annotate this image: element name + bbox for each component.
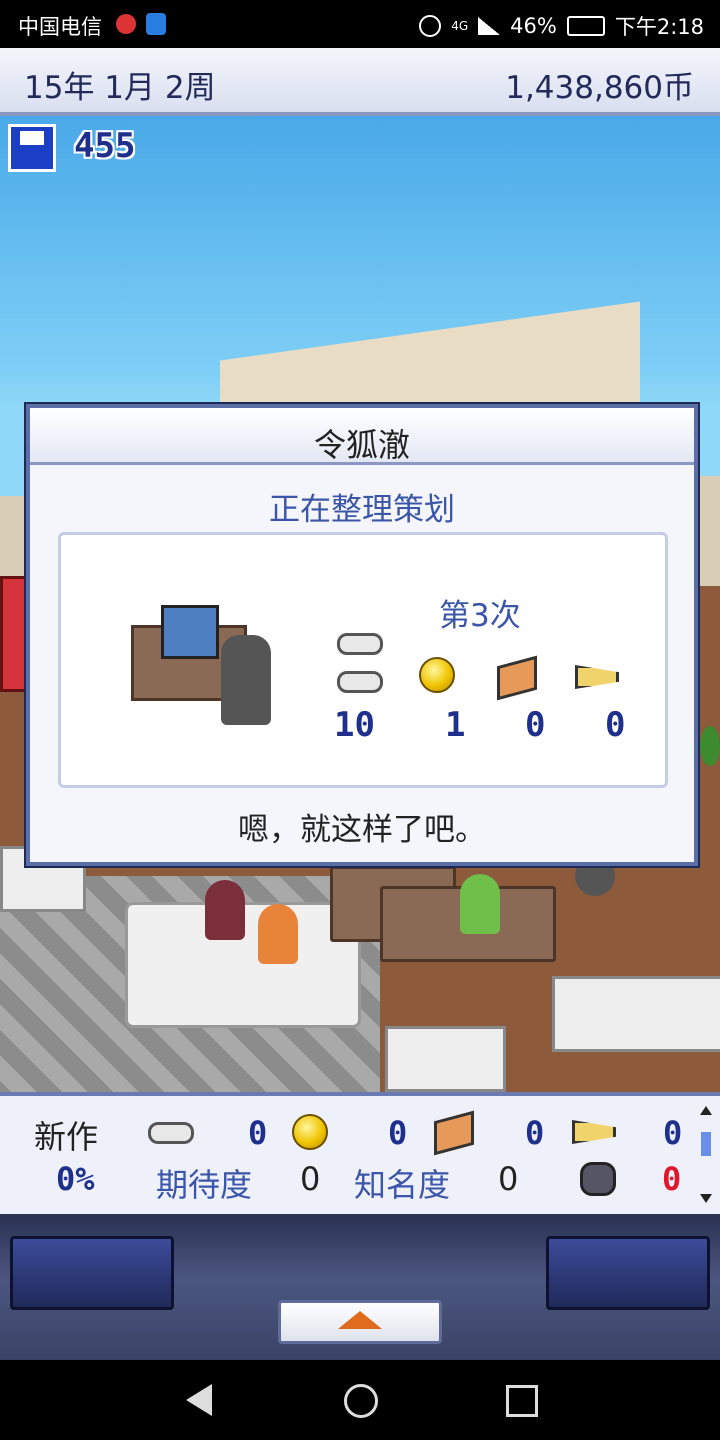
plant (700, 726, 720, 766)
sound-value: 0 (663, 1114, 683, 1152)
trumpet-icon (575, 665, 619, 689)
game-date: 15年 1月 2周 (24, 70, 216, 106)
stat-value-gamepad: 10 (334, 705, 375, 745)
coin-icon (419, 657, 455, 693)
save-counter: 455 (74, 126, 136, 166)
receptionist-character[interactable] (258, 904, 298, 964)
money-display: 1,438,860币 (505, 70, 694, 106)
shield-icon (146, 13, 166, 35)
brush-icon (434, 1110, 474, 1156)
trumpet-icon (572, 1120, 616, 1144)
alarm-icon (419, 15, 442, 37)
notification-icon (116, 14, 136, 34)
fame-value: 0 (498, 1160, 519, 1198)
brush-icon (497, 655, 537, 701)
stat-value-brush: 0 (525, 705, 546, 745)
task-status: 正在整理策划 (269, 492, 455, 528)
graphics-value: 0 (525, 1114, 545, 1152)
floppy-disk-icon (8, 124, 56, 172)
fun-value: 0 (248, 1114, 268, 1152)
project-info-panel[interactable]: 新作 0 0 0 0 0% 期待度 0 知名度 0 0 (0, 1092, 720, 1220)
scroll-down-arrow[interactable] (700, 1194, 712, 1203)
scroll-thumb[interactable] (701, 1132, 711, 1156)
recents-icon[interactable] (506, 1385, 538, 1417)
bookshelf[interactable] (552, 976, 720, 1052)
expectation-label: 期待度 (156, 1166, 253, 1204)
network-type: 4G (451, 19, 469, 33)
gamepad-icon (337, 671, 383, 693)
back-icon[interactable] (186, 1384, 212, 1416)
gamepad-icon (148, 1122, 194, 1144)
clock: 下午2:18 (614, 15, 704, 39)
gamepad-icon (337, 633, 383, 655)
staff-name: 令狐澈 (313, 426, 410, 464)
left-menu-button[interactable] (10, 1236, 174, 1310)
coin-icon (292, 1114, 328, 1150)
project-label: 新作 (34, 1118, 99, 1156)
bottom-controls (0, 1214, 720, 1360)
home-icon[interactable] (344, 1384, 378, 1418)
game-header: 15年 1月 2周 1,438,860币 (0, 48, 720, 116)
progress-percent: 0% (56, 1160, 95, 1198)
bug-count: 0 (662, 1160, 682, 1198)
battery-percent: 46% (510, 14, 557, 38)
storage-shelf[interactable] (385, 1026, 506, 1092)
staff-character[interactable] (460, 874, 500, 934)
worker-character (221, 635, 271, 725)
dialog-content: 第3次 10 1 0 0 (58, 532, 668, 788)
expand-menu-button[interactable] (278, 1300, 442, 1344)
expectation-value: 0 (300, 1160, 321, 1198)
attempt-count: 第3次 (439, 598, 521, 634)
receptionist-character[interactable] (205, 880, 245, 940)
stat-value-coin: 1 (445, 705, 466, 745)
computer-monitor-illustration (161, 605, 219, 659)
status-right: 4G 46% 下午2:18 (419, 11, 704, 41)
status-bar: 中国电信 4G 46% 下午2:18 (0, 0, 720, 48)
bug-monster-icon (580, 1162, 616, 1196)
battery-icon (566, 16, 605, 36)
stat-value-trumpet: 0 (605, 705, 626, 745)
staff-dialog[interactable]: 令狐澈 正在整理策划 第3次 10 1 0 0 嗯，就这样了吧。 (26, 404, 698, 866)
fame-label: 知名度 (354, 1166, 451, 1204)
info-scrollbar[interactable] (700, 1106, 712, 1204)
carrier-name: 中国电信 (18, 15, 102, 39)
staff-message: 嗯，就这样了吧。 (238, 812, 486, 848)
signal-icon (478, 17, 501, 35)
right-menu-button[interactable] (546, 1236, 710, 1310)
navigation-bar (0, 1360, 720, 1440)
creativity-value: 0 (388, 1114, 408, 1152)
scroll-up-arrow[interactable] (700, 1106, 712, 1115)
